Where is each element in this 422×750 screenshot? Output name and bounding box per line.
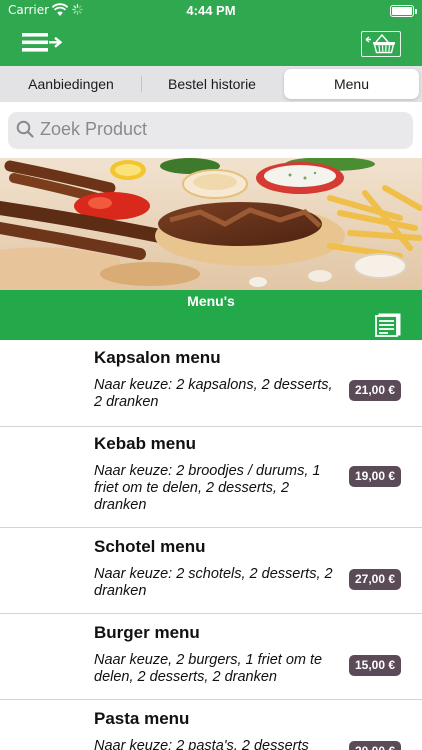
tab-bar: Aanbiedingen Bestel historie Menu xyxy=(0,66,422,102)
battery-icon xyxy=(390,5,414,17)
price-badge: 15,00 € xyxy=(349,655,401,676)
item-description: Naar keuze: 2 broodjes / durums, 1 friet… xyxy=(94,463,321,513)
navigation-bar xyxy=(0,22,422,66)
cart-button[interactable] xyxy=(361,31,401,57)
price-badge: 19,00 € xyxy=(349,466,401,487)
section-header: Menu's xyxy=(0,290,422,340)
section-title: Menu's xyxy=(187,293,235,309)
search-icon xyxy=(16,120,34,138)
tab-bar-inner: Aanbiedingen Bestel historie Menu xyxy=(2,68,420,100)
item-name: Schotel menu xyxy=(94,537,206,556)
status-time: 4:44 PM xyxy=(186,3,236,18)
item-description: Naar keuze, 2 burgers, 1 friet om te del… xyxy=(94,652,323,685)
list-item[interactable]: Kebab menu Naar keuze: 2 broodjes / duru… xyxy=(0,427,422,528)
item-description: Naar keuze: 2 schotels, 2 desserts, 2 dr… xyxy=(94,566,333,599)
price-badge: 21,00 € xyxy=(349,380,401,401)
tab-bestel-historie[interactable]: Bestel historie xyxy=(142,68,282,100)
price-badge: 20,00 € xyxy=(349,741,401,750)
list-item[interactable]: Pasta menu Naar keuze: 2 pasta's, 2 dess… xyxy=(0,700,422,750)
list-item[interactable]: Burger menu Naar keuze, 2 burgers, 1 fri… xyxy=(0,614,422,700)
menu-arrow-icon[interactable] xyxy=(20,30,64,58)
list-item[interactable]: Kapsalon menu Naar keuze: 2 kapsalons, 2… xyxy=(0,340,422,427)
food-banner-image xyxy=(0,158,422,290)
item-description: Naar keuze: 2 pasta's, 2 desserts xyxy=(94,738,309,750)
battery-tip xyxy=(415,9,417,14)
tab-menu[interactable]: Menu xyxy=(284,69,419,99)
status-bar: Carrier 4:44 PM xyxy=(0,0,422,22)
item-name: Kapsalon menu xyxy=(94,348,221,367)
item-name: Pasta menu xyxy=(94,709,190,728)
item-description: Naar keuze: 2 kapsalons, 2 desserts, 2 d… xyxy=(94,377,333,410)
search-input[interactable] xyxy=(40,112,400,146)
tab-aanbiedingen[interactable]: Aanbiedingen xyxy=(2,68,140,100)
item-name: Burger menu xyxy=(94,623,200,642)
item-name: Kebab menu xyxy=(94,434,197,453)
list-item[interactable]: Schotel menu Naar keuze: 2 schotels, 2 d… xyxy=(0,528,422,614)
basket-icon xyxy=(365,33,395,54)
document-list-icon[interactable] xyxy=(374,313,402,337)
price-badge: 27,00 € xyxy=(349,569,401,590)
